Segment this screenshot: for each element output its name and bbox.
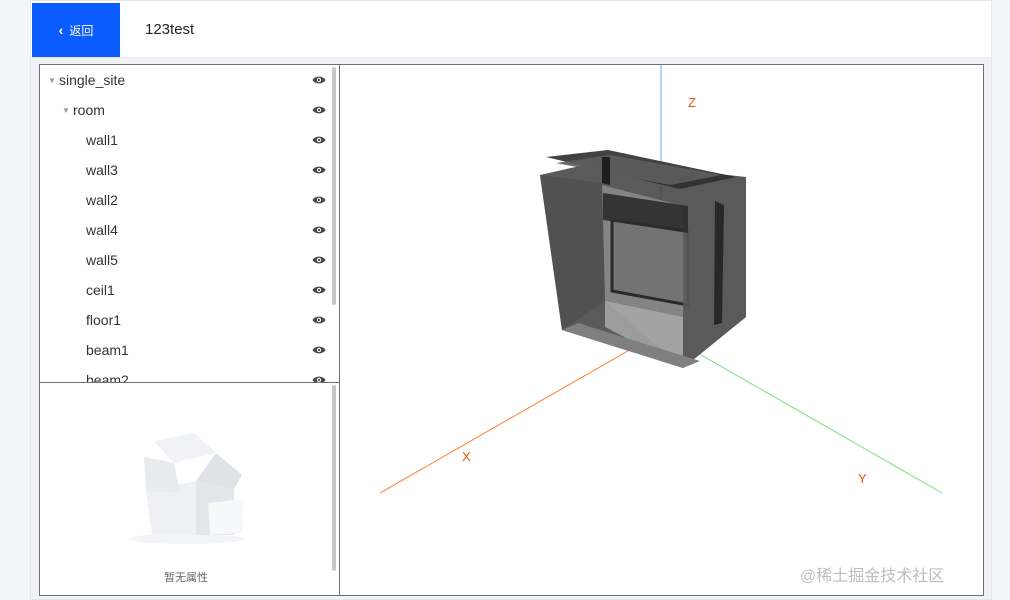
tree-scrollbar[interactable]	[332, 67, 336, 305]
visibility-eye-icon[interactable]	[312, 255, 326, 265]
empty-box-illustration	[128, 433, 244, 544]
room-model[interactable]	[540, 150, 746, 368]
tree-item-label: beam1	[86, 342, 129, 358]
header-bar: ‹ 返回 123test	[31, 1, 991, 58]
visibility-eye-icon[interactable]	[312, 135, 326, 145]
tree-item-label: floor1	[86, 312, 122, 328]
z-axis-label: Z	[688, 95, 696, 110]
visibility-eye-icon[interactable]	[312, 105, 326, 115]
page-title: 123test	[145, 21, 195, 38]
tree-item-floor1[interactable]: floor1	[40, 305, 339, 335]
visibility-eye-icon[interactable]	[312, 75, 326, 85]
visibility-eye-icon[interactable]	[312, 165, 326, 175]
scene-tree[interactable]: ▼ single_site ▼ room wall1 wall3 wall2 wall4 wal…	[40, 65, 339, 383]
x-axis	[379, 331, 662, 494]
visibility-eye-icon[interactable]	[312, 315, 326, 325]
caret-down-icon[interactable]: ▼	[62, 106, 70, 115]
app-frame: ‹ 返回 123test ▼ single_site ▼ room wall1 wall3…	[30, 0, 992, 600]
tree-item-label: ceil1	[86, 282, 115, 298]
visibility-eye-icon[interactable]	[312, 345, 326, 355]
visibility-eye-icon[interactable]	[312, 375, 326, 383]
tree-item-ceil1[interactable]: ceil1	[40, 275, 339, 305]
tree-item-label: wall3	[86, 162, 118, 178]
tree-item-beam1[interactable]: beam1	[40, 335, 339, 365]
tree-item-wall4[interactable]: wall4	[40, 215, 339, 245]
visibility-eye-icon[interactable]	[312, 285, 326, 295]
back-button[interactable]: ‹ 返回	[32, 3, 120, 57]
tree-item-label: wall2	[86, 192, 118, 208]
caret-down-icon[interactable]: ▼	[48, 76, 56, 85]
3d-viewport[interactable]: Z X Y	[339, 64, 984, 596]
visibility-eye-icon[interactable]	[312, 195, 326, 205]
watermark: @稀土掘金技术社区	[800, 568, 945, 585]
back-label: 返回	[69, 23, 94, 38]
properties-scrollbar[interactable]	[332, 385, 336, 571]
tree-item-label: wall5	[86, 252, 118, 268]
tree-item-label: beam2	[86, 372, 129, 383]
tree-item-wall1[interactable]: wall1	[40, 125, 339, 155]
y-axis	[660, 331, 943, 494]
tree-item-label: wall4	[86, 222, 118, 238]
tree-item-wall5[interactable]: wall5	[40, 245, 339, 275]
tree-item-label: wall1	[86, 132, 118, 148]
tree-item-label: single_site	[59, 72, 126, 88]
chevron-left-icon: ‹	[58, 22, 64, 38]
x-axis-label: X	[462, 449, 471, 464]
y-axis-label: Y	[858, 471, 867, 486]
tree-item-label: room	[73, 102, 105, 118]
visibility-eye-icon[interactable]	[312, 225, 326, 235]
empty-properties-text: 暂无属性	[164, 572, 208, 584]
tree-item-room[interactable]: ▼ room	[40, 95, 339, 125]
scene-canvas[interactable]: Z X Y	[340, 65, 982, 594]
tree-item-wall3[interactable]: wall3	[40, 155, 339, 185]
tree-item-beam2[interactable]: beam2	[40, 365, 339, 383]
tree-item-wall2[interactable]: wall2	[40, 185, 339, 215]
left-panel: ▼ single_site ▼ room wall1 wall3 wall2 wall4 wal…	[39, 64, 341, 596]
properties-panel: 暂无属性	[40, 383, 339, 595]
tree-item-single_site[interactable]: ▼ single_site	[40, 65, 339, 95]
